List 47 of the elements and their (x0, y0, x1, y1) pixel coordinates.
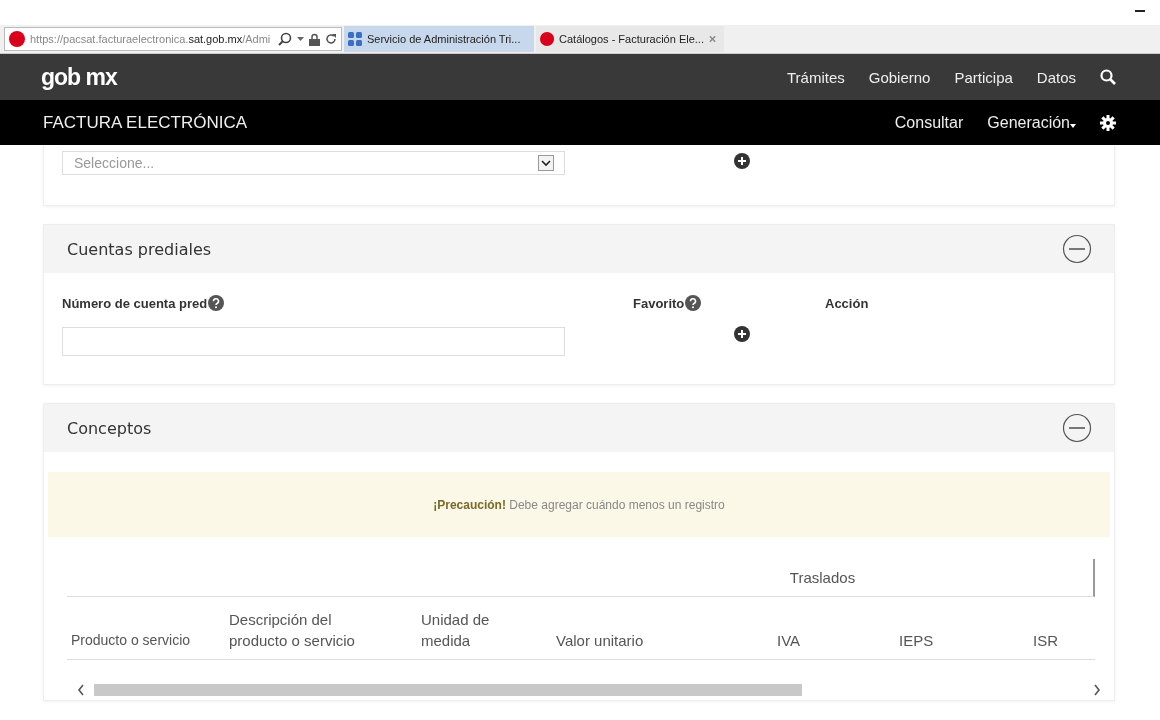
nav-link[interactable]: Trámites (786, 68, 845, 86)
nav-link[interactable]: Participa (954, 68, 1013, 86)
grid-icon (348, 32, 362, 46)
table-header: Unidad de medida (417, 597, 552, 660)
table-header: Descripción del producto o servicio (225, 597, 417, 660)
caret-icon[interactable] (297, 37, 304, 41)
site-icon (9, 31, 25, 47)
collapse-icon[interactable] (1062, 413, 1092, 443)
table-header: ISR (993, 597, 1065, 660)
refresh-icon[interactable] (325, 33, 337, 45)
dropdown-icon (538, 155, 554, 171)
browser-tab[interactable]: Servicio de Administración Tri... (344, 26, 534, 52)
search-icon[interactable] (278, 32, 292, 46)
url-text: https://pacsat.facturaelectronica.sat.gob.mx/Admi (30, 33, 272, 45)
plus-icon[interactable] (734, 325, 750, 342)
warning-message: ¡Precaución! Debe agregar cuándo menos un registro (433, 497, 725, 512)
close-icon[interactable] (708, 35, 716, 43)
site-title: FACTURA ELECTRÓNICA (43, 112, 248, 133)
section-title: Cuentas prediales (67, 239, 212, 259)
nav-link[interactable]: Consultar (894, 113, 964, 132)
help-icon[interactable] (685, 295, 702, 311)
minimize-icon[interactable] (1135, 9, 1145, 13)
plus-icon[interactable] (734, 153, 750, 169)
nav-link[interactable]: Generación (987, 113, 1076, 132)
tab-label: Catálogos - Facturación Ele... (559, 33, 704, 45)
table-header: Traslados (552, 559, 1095, 597)
tab-label: Servicio de Administración Tri... (367, 33, 522, 45)
nav-link[interactable]: Gobierno (868, 68, 931, 86)
nav-link[interactable]: Datos (1036, 68, 1076, 86)
table-header: Producto o servicio (67, 597, 225, 660)
table-header: IEPS (859, 597, 993, 660)
section-title: Conceptos (67, 418, 152, 438)
table-header: IVA (737, 597, 859, 660)
settings-icon[interactable] (1100, 114, 1116, 131)
field-label: Acción (825, 295, 869, 311)
field-label: Favorito (633, 295, 685, 311)
collapse-icon[interactable] (1062, 234, 1092, 264)
lock-icon (309, 32, 320, 46)
input-field[interactable] (62, 327, 565, 356)
site-icon (540, 31, 555, 47)
logo-text[interactable]: gob mx (41, 63, 117, 91)
field-label: Número de cuenta pred (62, 295, 208, 311)
table-header: Valor unitario (552, 597, 737, 660)
search-icon[interactable] (1100, 69, 1116, 85)
address-bar[interactable]: https://pacsat.facturaelectronica.sat.gob.mx/Admi (4, 27, 342, 51)
browser-tab[interactable]: Catálogos - Facturación Ele... (536, 26, 724, 52)
help-icon[interactable] (208, 295, 225, 311)
